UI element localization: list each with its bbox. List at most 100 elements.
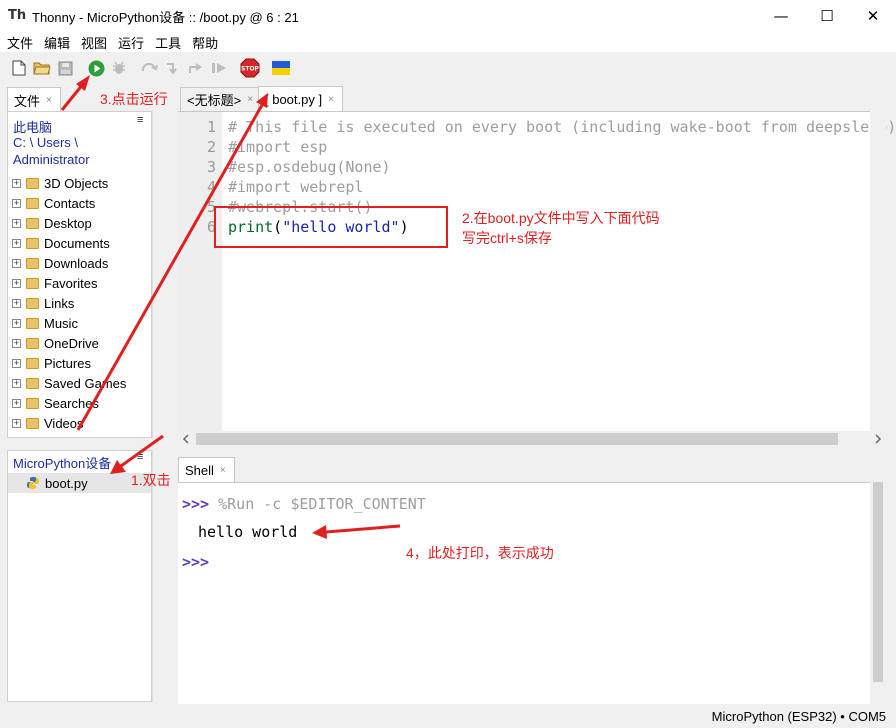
list-item[interactable]: + Links [12, 293, 74, 313]
interpreter-status[interactable]: MicroPython (ESP32) • COM5 [712, 709, 886, 724]
tab-shell-close-icon[interactable]: × [220, 465, 226, 476]
files-scrollbar[interactable] [152, 111, 168, 438]
list-item[interactable]: + Music [12, 313, 78, 333]
annotation-step2-line1: 2.在boot.py文件中写入下面代码 [462, 210, 660, 226]
line-number: 3 [206, 158, 216, 176]
menu-edit[interactable]: 编辑 [39, 33, 76, 52]
files-panel-menu-icon[interactable]: ≡ [137, 114, 143, 126]
stop-icon[interactable]: STOP [239, 57, 261, 79]
tab-files-close-icon[interactable]: × [46, 95, 52, 106]
run-icon[interactable] [85, 57, 107, 79]
menu-tools[interactable]: 工具 [150, 33, 187, 52]
folder-label: Videos [44, 415, 84, 431]
tab-files[interactable]: 文件 × [7, 87, 61, 112]
list-item[interactable]: + Contacts [12, 193, 95, 213]
expand-icon[interactable]: + [12, 418, 21, 428]
list-item[interactable]: +3D Objects [12, 173, 108, 193]
expand-icon[interactable]: + [12, 358, 21, 368]
expand-icon[interactable]: + [12, 398, 21, 408]
annotation-step4: 4，此处打印，表示成功 [406, 545, 554, 561]
list-item[interactable]: + Downloads [12, 253, 108, 273]
editor-vertical-scrollbar[interactable] [870, 111, 886, 431]
scrollbar-thumb[interactable] [873, 482, 883, 682]
annotation-step3: 3.点击运行 [100, 91, 168, 107]
tab-shell[interactable]: Shell × [178, 457, 235, 482]
expand-icon[interactable]: + [12, 258, 21, 268]
shell-scrollbar[interactable] [870, 482, 886, 704]
tab-untitled-label: <无标题> [187, 93, 242, 108]
tab-boot-py-close-icon[interactable]: × [328, 94, 334, 105]
new-file-icon[interactable] [8, 57, 30, 79]
menu-help[interactable]: 帮助 [187, 33, 224, 52]
files-panel: 此电脑 C: \ Users \ Administrator +3D Objec… [7, 111, 152, 438]
list-item[interactable]: + Favorites [12, 273, 97, 293]
folder-icon [26, 197, 39, 209]
open-folder-icon[interactable] [31, 57, 53, 79]
folder-label: Downloads [44, 255, 109, 271]
tab-boot-py-label: [ boot.py ] [265, 91, 323, 107]
editor-horizontal-scrollbar[interactable] [178, 431, 886, 447]
minimize-button[interactable]: — [758, 0, 804, 32]
tab-untitled-close-icon[interactable]: × [247, 94, 253, 105]
debug-icon[interactable] [108, 57, 130, 79]
code-line-2: #import esp [228, 138, 328, 156]
expand-icon[interactable]: + [12, 278, 21, 288]
list-item[interactable]: + Desktop [12, 213, 92, 233]
step-into-icon[interactable] [162, 57, 184, 79]
list-item[interactable]: + Videos [12, 413, 84, 433]
tab-untitled[interactable]: <无标题> × [180, 87, 263, 111]
folder-icon [26, 397, 39, 409]
path-this-pc[interactable]: 此电脑 [13, 117, 52, 136]
path-administrator[interactable]: Administrator [13, 152, 90, 167]
expand-icon[interactable]: + [12, 318, 21, 328]
expand-icon[interactable]: + [12, 198, 21, 208]
code-line-4: #import webrepl [228, 178, 364, 196]
resume-icon[interactable] [208, 57, 230, 79]
scrollbar-thumb[interactable] [196, 433, 838, 445]
folder-icon [26, 337, 39, 349]
list-item[interactable]: + Searches [12, 393, 99, 413]
tab-boot-py[interactable]: [ boot.py ] × [258, 86, 343, 111]
code-highlight-box [214, 206, 448, 248]
line-number: 2 [206, 138, 216, 156]
expand-icon[interactable]: + [12, 218, 21, 228]
device-panel-menu-icon[interactable]: ≡ [137, 451, 143, 463]
title-bar: Th Thonny - MicroPython设备 :: /boot.py @ … [0, 0, 896, 32]
stop-icon-label: STOP [241, 66, 260, 73]
folder-icon [26, 257, 39, 269]
step-out-icon[interactable] [185, 57, 207, 79]
folder-icon [26, 217, 39, 229]
list-item[interactable]: + OneDrive [12, 333, 99, 353]
path-users[interactable]: C: \ Users \ [13, 135, 78, 150]
expand-icon[interactable]: + [12, 298, 21, 308]
shell-console[interactable]: >>> %Run -c $EDITOR_CONTENT hello world … [178, 482, 870, 704]
menu-view[interactable]: 视图 [76, 33, 113, 52]
line-number-gutter: 1 2 3 4 5 6 [178, 112, 222, 431]
device-file-label: boot.py [45, 475, 88, 491]
maximize-button[interactable]: ☐ [804, 0, 850, 32]
list-item[interactable]: + Saved Games [12, 373, 126, 393]
code-editor[interactable]: 1 2 3 4 5 6 # This file is executed on e… [178, 111, 896, 431]
close-window-button[interactable]: ✕ [850, 0, 896, 32]
expand-icon[interactable]: + [12, 178, 21, 188]
expand-icon[interactable]: + [12, 238, 21, 248]
folder-label: Favorites [44, 275, 98, 291]
annotation-step1: 1.双击 [131, 472, 171, 488]
expand-icon[interactable]: + [12, 378, 21, 388]
list-item[interactable]: + Documents [12, 233, 110, 253]
save-icon[interactable] [54, 57, 76, 79]
step-over-icon[interactable] [139, 57, 161, 79]
folder-icon [26, 177, 39, 189]
list-item[interactable]: + Pictures [12, 353, 91, 373]
device-panel-title: MicroPython设备 [13, 456, 112, 471]
device-file-boot[interactable]: boot.py [8, 473, 151, 493]
menu-file[interactable]: 文件 [2, 33, 39, 52]
menu-run[interactable]: 运行 [113, 33, 150, 52]
editor-tabstrip: <无标题> × [ boot.py ] × [178, 86, 896, 112]
folder-label: Links [44, 295, 75, 311]
ukraine-flag-icon[interactable] [270, 57, 292, 79]
line-number: 1 [206, 118, 216, 136]
expand-icon[interactable]: + [12, 338, 21, 348]
folder-label: Pictures [44, 355, 91, 371]
status-bar: MicroPython (ESP32) • COM5 [0, 704, 896, 728]
